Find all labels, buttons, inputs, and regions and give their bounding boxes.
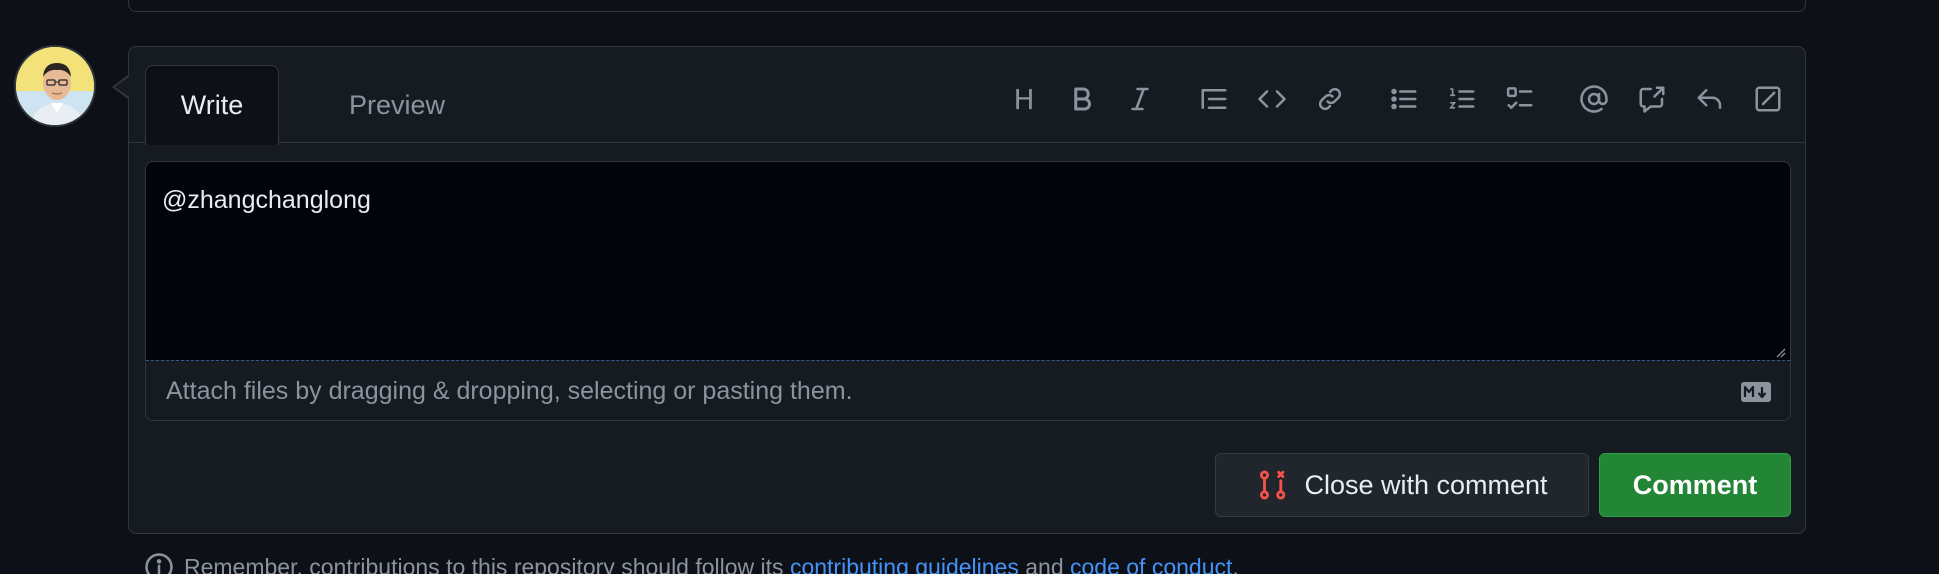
attach-files-bar[interactable]: Attach files by dragging & dropping, sel…: [146, 360, 1790, 420]
saved-replies-button[interactable]: [1687, 77, 1733, 121]
reference-button[interactable]: [1629, 77, 1675, 121]
edit-fullscreen-icon: [1755, 86, 1781, 112]
bold-button[interactable]: [1059, 77, 1105, 121]
code-of-conduct-link[interactable]: code of conduct: [1070, 554, 1232, 574]
note-prefix: Remember, contributions to this reposito…: [184, 553, 784, 574]
issue-closed-icon: [1260, 470, 1286, 500]
heading-icon: H: [1013, 82, 1035, 116]
editor-tabs-bar: Write Preview H: [129, 47, 1805, 145]
fullscreen-button[interactable]: [1745, 77, 1791, 121]
close-with-comment-label: Close with comment: [1304, 469, 1548, 500]
markdown-toolbar: H: [989, 77, 1791, 121]
comment-box: Write Preview H @zhangchanglong Attach f…: [128, 46, 1806, 534]
list-ordered-icon: [1449, 88, 1475, 109]
heading-button[interactable]: H: [1001, 77, 1047, 121]
task-list-button[interactable]: [1497, 77, 1543, 121]
tab-write[interactable]: Write: [145, 65, 279, 145]
link-icon: [1318, 87, 1342, 111]
unordered-list-button[interactable]: [1381, 77, 1427, 121]
comment-textarea[interactable]: [146, 162, 1790, 360]
ordered-list-button[interactable]: [1439, 77, 1485, 121]
italic-icon: [1131, 87, 1149, 111]
mention-icon: [1580, 85, 1608, 113]
list-unordered-icon: [1391, 88, 1417, 110]
comment-button[interactable]: Comment: [1599, 453, 1791, 517]
attach-files-text: Attach files by dragging & dropping, sel…: [166, 377, 853, 405]
reply-icon: [1697, 89, 1722, 109]
bold-icon: [1074, 87, 1091, 111]
resize-grip-icon[interactable]: [1774, 346, 1786, 358]
code-icon: [1258, 90, 1286, 108]
avatar[interactable]: [14, 45, 96, 127]
comment-caret-inner: [115, 77, 129, 97]
previous-comment-box: [128, 0, 1806, 12]
contributing-guidelines-link[interactable]: contributing guidelines: [790, 554, 1019, 574]
cross-reference-icon: [1639, 86, 1665, 113]
quote-button[interactable]: [1191, 77, 1237, 121]
quote-icon: [1201, 89, 1227, 109]
note-suffix: .: [1232, 553, 1239, 574]
italic-button[interactable]: [1117, 77, 1163, 121]
note-middle: and: [1025, 553, 1064, 574]
tab-preview[interactable]: Preview: [297, 65, 497, 145]
code-button[interactable]: [1249, 77, 1295, 121]
contribution-note: Remember, contributions to this reposito…: [144, 550, 1239, 574]
close-with-comment-button[interactable]: Close with comment: [1215, 453, 1589, 517]
avatar-image: [16, 47, 94, 125]
page: Write Preview H @zhangchanglong Attach f…: [0, 0, 1939, 574]
comment-editor: Attach files by dragging & dropping, sel…: [145, 161, 1791, 421]
info-icon: [145, 553, 173, 574]
mention-button[interactable]: [1571, 77, 1617, 121]
link-button[interactable]: [1307, 77, 1353, 121]
markdown-icon: [1741, 382, 1771, 402]
tasklist-icon: [1506, 87, 1533, 109]
